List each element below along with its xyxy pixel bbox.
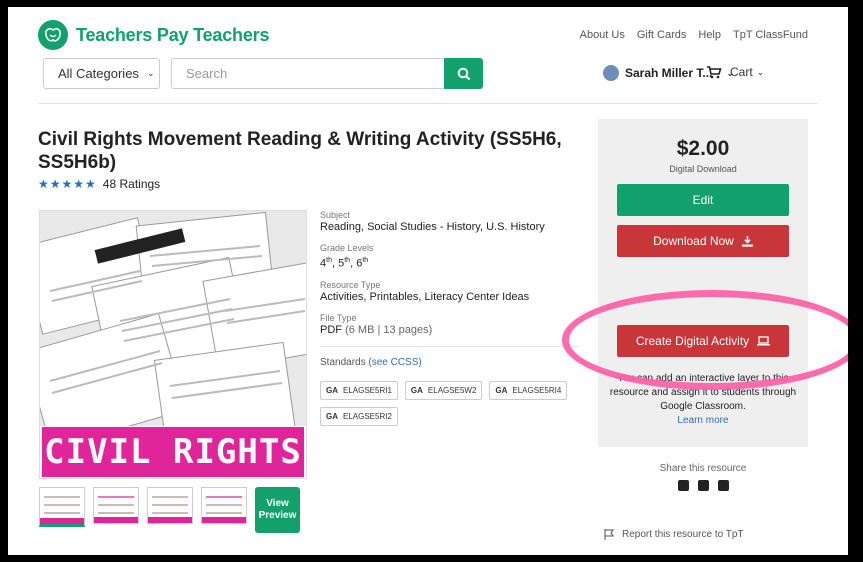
- chevron-down-icon: ⌄: [756, 66, 765, 77]
- thumbnail-1[interactable]: [39, 487, 85, 527]
- standard-tag[interactable]: GA ELAGSE5W2: [404, 380, 483, 400]
- chevron-down-icon: ⌄: [146, 68, 155, 78]
- gift-cards-link[interactable]: Gift Cards: [637, 29, 687, 41]
- download-now-button[interactable]: Download Now: [617, 225, 789, 257]
- twitter-icon[interactable]: [697, 480, 709, 491]
- about-us-link[interactable]: About Us: [580, 29, 625, 41]
- grade-value[interactable]: 4th, 5th, 6th: [320, 254, 580, 271]
- price: $2.00: [676, 137, 730, 160]
- category-label: All Categories: [58, 66, 139, 81]
- top-links: About Us Gift Cards Help TpT ClassFund: [580, 29, 808, 41]
- search-input[interactable]: Search: [171, 58, 443, 89]
- worksheet-collage-image: [40, 211, 306, 451]
- thumbnail-3[interactable]: [147, 487, 193, 524]
- highlight-annotation: [562, 290, 848, 390]
- divider: [320, 345, 580, 347]
- search-placeholder: Search: [186, 66, 228, 81]
- user-name: Sarah Miller T...: [625, 66, 713, 80]
- header-divider: [38, 103, 818, 104]
- image-banner: CIVIL RIGHTS: [42, 427, 304, 477]
- star-rating-icon: ★★★★★: [38, 177, 97, 191]
- thumbnail-4[interactable]: [201, 487, 247, 524]
- ratings[interactable]: ★★★★★ 48 Ratings: [38, 177, 160, 191]
- price-type: Digital Download: [669, 164, 737, 174]
- subject-label: Subject: [320, 210, 351, 220]
- purchase-box: $2.00 Digital Download Edit Download Now…: [598, 119, 808, 447]
- classfund-link[interactable]: TpT ClassFund: [733, 29, 808, 41]
- product-title: Civil Rights Movement Reading & Writing …: [38, 129, 562, 173]
- product-page: Teachers Pay Teachers About Us Gift Card…: [8, 7, 848, 555]
- learn-more-link[interactable]: Learn more: [677, 415, 728, 426]
- cart-icon: [707, 65, 722, 78]
- standard-tag[interactable]: GA ELAGSE5RI2: [320, 406, 398, 426]
- view-preview-button[interactable]: View Preview: [255, 487, 300, 533]
- brand-name: Teachers Pay Teachers: [76, 24, 270, 45]
- subject-value[interactable]: Reading, Social Studies - History, U.S. …: [320, 221, 580, 234]
- brand-logo[interactable]: Teachers Pay Teachers: [38, 20, 269, 50]
- search-button[interactable]: [444, 58, 483, 89]
- cart-label: Cart: [730, 65, 753, 79]
- share-section: Share this resource: [598, 463, 808, 491]
- share-label: Share this resource: [659, 463, 747, 474]
- cart-button[interactable]: Cart ⌄: [706, 65, 764, 79]
- standard-tag[interactable]: GA ELAGSE5RI1: [320, 380, 398, 400]
- standard-tag[interactable]: GA ELAGSE5RI4: [489, 380, 568, 400]
- flag-icon: [604, 529, 615, 540]
- standards-label: Standards (see CCSS): [320, 356, 422, 368]
- avatar: [603, 65, 619, 81]
- apple-logo-icon: [38, 20, 68, 50]
- help-link[interactable]: Help: [698, 29, 721, 41]
- type-label: Resource Type: [320, 279, 381, 290]
- report-link[interactable]: Report this resource to TpT: [604, 529, 744, 540]
- product-image[interactable]: CIVIL RIGHTS: [39, 210, 307, 479]
- thumbnail-strip: View Preview: [39, 487, 300, 533]
- standards-tags: GA ELAGSE5RI1 GA ELAGSE5W2 GA ELAGSE5RI4 GA…: [320, 380, 580, 426]
- file-value: PDF (6 MB | 13 pages): [320, 323, 433, 336]
- edit-button[interactable]: Edit: [617, 184, 789, 216]
- search-icon: [457, 67, 470, 80]
- product-details: Subject Reading, Social Studies - Histor…: [320, 210, 580, 426]
- see-ccss-link[interactable]: (see CCSS): [368, 357, 421, 368]
- download-icon: [741, 235, 753, 247]
- grade-label: Grade Levels: [320, 243, 374, 253]
- thumbnail-2[interactable]: [93, 487, 139, 524]
- file-label: File Type: [320, 312, 357, 323]
- category-select[interactable]: All Categories ⌄: [43, 58, 160, 89]
- pinterest-icon[interactable]: [717, 480, 729, 491]
- facebook-icon[interactable]: [677, 480, 689, 491]
- type-value[interactable]: Activities, Printables, Literacy Center …: [320, 291, 580, 304]
- ratings-count: 48 Ratings: [102, 177, 161, 191]
